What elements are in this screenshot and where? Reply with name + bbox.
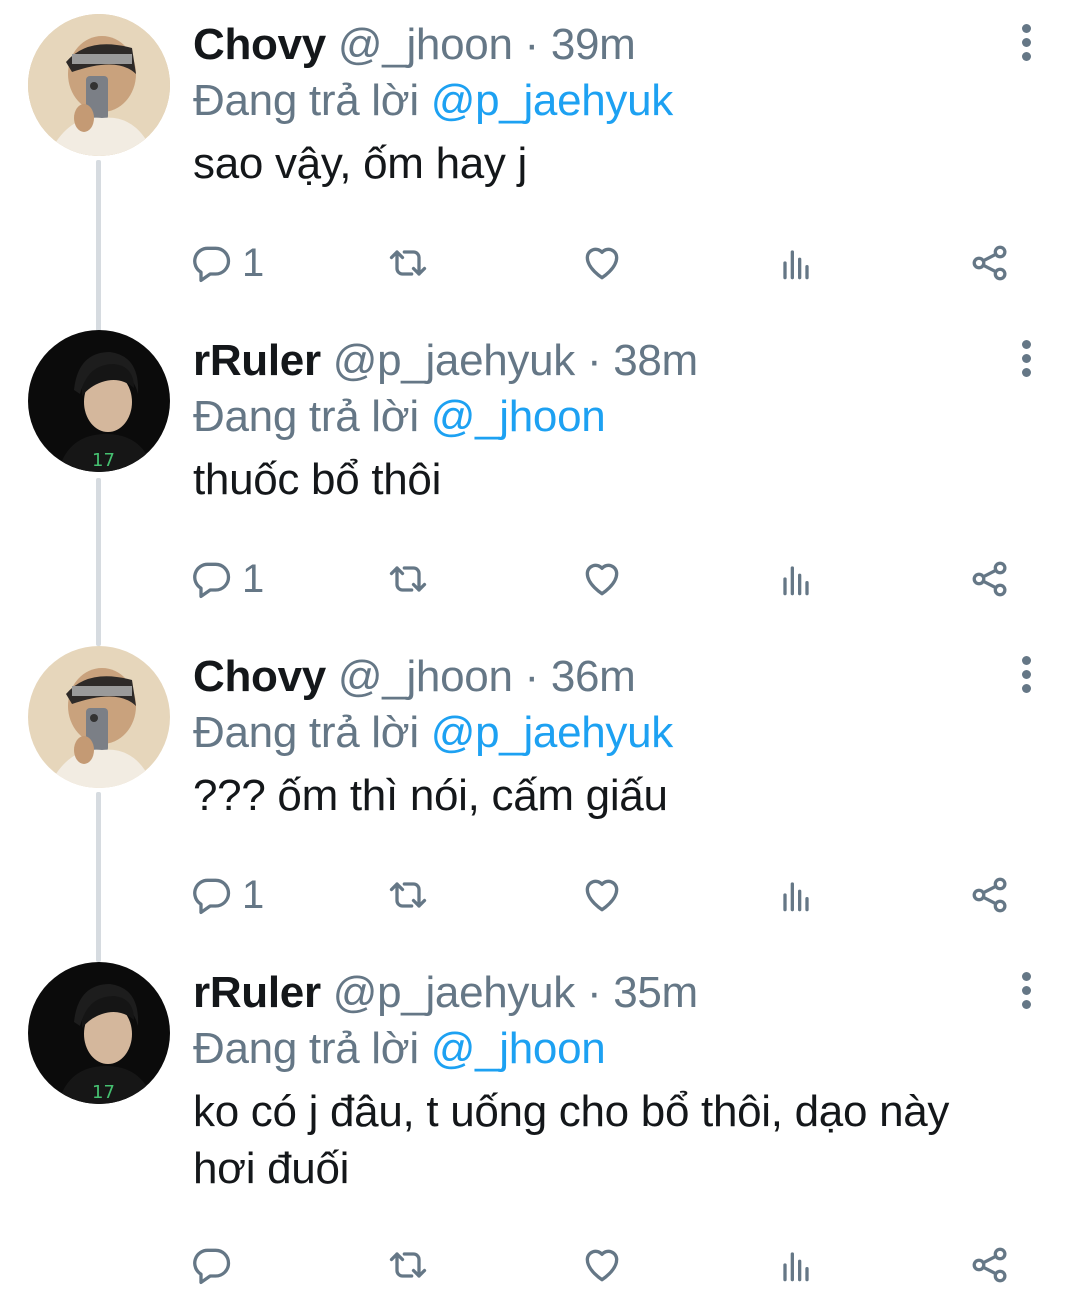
user-handle[interactable]: @p_jaehyuk [333, 336, 576, 385]
retweet-icon [389, 1252, 427, 1278]
user-handle[interactable]: @p_jaehyuk [333, 968, 576, 1017]
analytics-icon [783, 882, 809, 912]
retweet-icon [389, 882, 427, 908]
action-bar: 1 [190, 238, 1030, 288]
reply-button[interactable] [190, 1240, 242, 1290]
like-button[interactable] [580, 554, 624, 604]
action-bar [190, 1240, 1030, 1290]
user-handle[interactable]: @_jhoon [338, 20, 513, 69]
action-bar: 1 [190, 554, 1030, 604]
like-icon [585, 1249, 619, 1282]
reply-icon [193, 1248, 231, 1285]
avatar[interactable]: 17 [28, 962, 170, 1104]
timestamp[interactable]: 39m [551, 20, 636, 69]
avatar[interactable] [28, 14, 170, 156]
tweet[interactable]: 17 rRuler @p_jaehyuk · 35m Đang trả lời … [0, 948, 1080, 1304]
like-button[interactable] [580, 870, 624, 920]
reply-prefix: Đang trả lời [193, 76, 419, 125]
chovy-avatar [28, 646, 170, 788]
share-icon [972, 877, 1007, 913]
reply-icon [193, 246, 231, 283]
like-button[interactable] [580, 238, 624, 288]
timestamp[interactable]: 38m [613, 336, 698, 385]
share-icon [972, 245, 1007, 281]
more-options-icon[interactable] [1016, 656, 1036, 696]
reply-count: 1 [242, 556, 265, 601]
timestamp[interactable]: 35m [613, 968, 698, 1017]
separator: · [575, 336, 614, 385]
reply-button[interactable]: 1 [190, 554, 264, 604]
like-icon [585, 563, 619, 596]
tweet[interactable]: Chovy @_jhoon · 36m Đang trả lời @p_jaeh… [0, 632, 1080, 948]
avatar[interactable] [28, 646, 170, 788]
share-icon [972, 1247, 1007, 1283]
reply-count: 1 [242, 240, 265, 285]
analytics-icon [783, 250, 809, 280]
retweet-button[interactable] [386, 554, 430, 604]
reply-icon [193, 878, 231, 915]
separator: · [575, 968, 614, 1017]
share-button[interactable] [968, 870, 1012, 920]
tweet-text: sao vậy, ốm hay j [193, 139, 528, 188]
retweet-button[interactable] [386, 238, 430, 288]
svg-text:17: 17 [92, 450, 115, 471]
reply-mention[interactable]: @_jhoon [431, 1024, 606, 1073]
separator: · [512, 20, 551, 69]
reply-prefix: Đang trả lời [193, 1024, 419, 1073]
reply-mention[interactable]: @p_jaehyuk [431, 708, 674, 757]
ruler-avatar: 17 [28, 330, 170, 472]
analytics-icon [783, 566, 809, 596]
reply-prefix: Đang trả lời [193, 708, 419, 757]
tweet-text: ??? ốm thì nói, cấm giấu [193, 771, 668, 820]
reply-mention[interactable]: @p_jaehyuk [431, 76, 674, 125]
action-bar: 1 [190, 870, 1030, 920]
like-icon [585, 247, 619, 280]
tweet-text: ko có j đâu, t uống cho bổ thôi, dạo này… [193, 1087, 950, 1193]
display-name[interactable]: rRuler [193, 336, 321, 385]
like-icon [585, 879, 619, 912]
svg-text:17: 17 [92, 1082, 115, 1103]
tweet-text: thuốc bổ thôi [193, 455, 442, 504]
more-options-icon[interactable] [1016, 972, 1036, 1012]
analytics-icon [783, 1252, 809, 1282]
tweet[interactable]: Chovy @_jhoon · 39m Đang trả lời @p_jaeh… [0, 0, 1080, 316]
display-name[interactable]: rRuler [193, 968, 321, 1017]
share-button[interactable] [968, 238, 1012, 288]
retweet-button[interactable] [386, 1240, 430, 1290]
share-button[interactable] [968, 1240, 1012, 1290]
display-name[interactable]: Chovy [193, 20, 326, 69]
separator: · [512, 652, 551, 701]
tweet[interactable]: 17 rRuler @p_jaehyuk · 38m Đang trả lời … [0, 316, 1080, 632]
reply-prefix: Đang trả lời [193, 392, 419, 441]
reply-button[interactable]: 1 [190, 870, 264, 920]
more-options-icon[interactable] [1016, 340, 1036, 380]
analytics-button[interactable] [774, 554, 818, 604]
retweet-button[interactable] [386, 870, 430, 920]
share-button[interactable] [968, 554, 1012, 604]
reply-icon [193, 562, 231, 599]
display-name[interactable]: Chovy [193, 652, 326, 701]
retweet-icon [389, 250, 427, 276]
analytics-button[interactable] [774, 1240, 818, 1290]
like-button[interactable] [580, 1240, 624, 1290]
analytics-button[interactable] [774, 238, 818, 288]
more-options-icon[interactable] [1016, 24, 1036, 64]
share-icon [972, 561, 1007, 597]
reply-mention[interactable]: @_jhoon [431, 392, 606, 441]
ruler-avatar: 17 [28, 962, 170, 1104]
user-handle[interactable]: @_jhoon [338, 652, 513, 701]
analytics-button[interactable] [774, 870, 818, 920]
chovy-avatar [28, 14, 170, 156]
reply-button[interactable]: 1 [190, 238, 264, 288]
reply-count: 1 [242, 872, 265, 917]
avatar[interactable]: 17 [28, 330, 170, 472]
retweet-icon [389, 566, 427, 592]
timestamp[interactable]: 36m [551, 652, 636, 701]
